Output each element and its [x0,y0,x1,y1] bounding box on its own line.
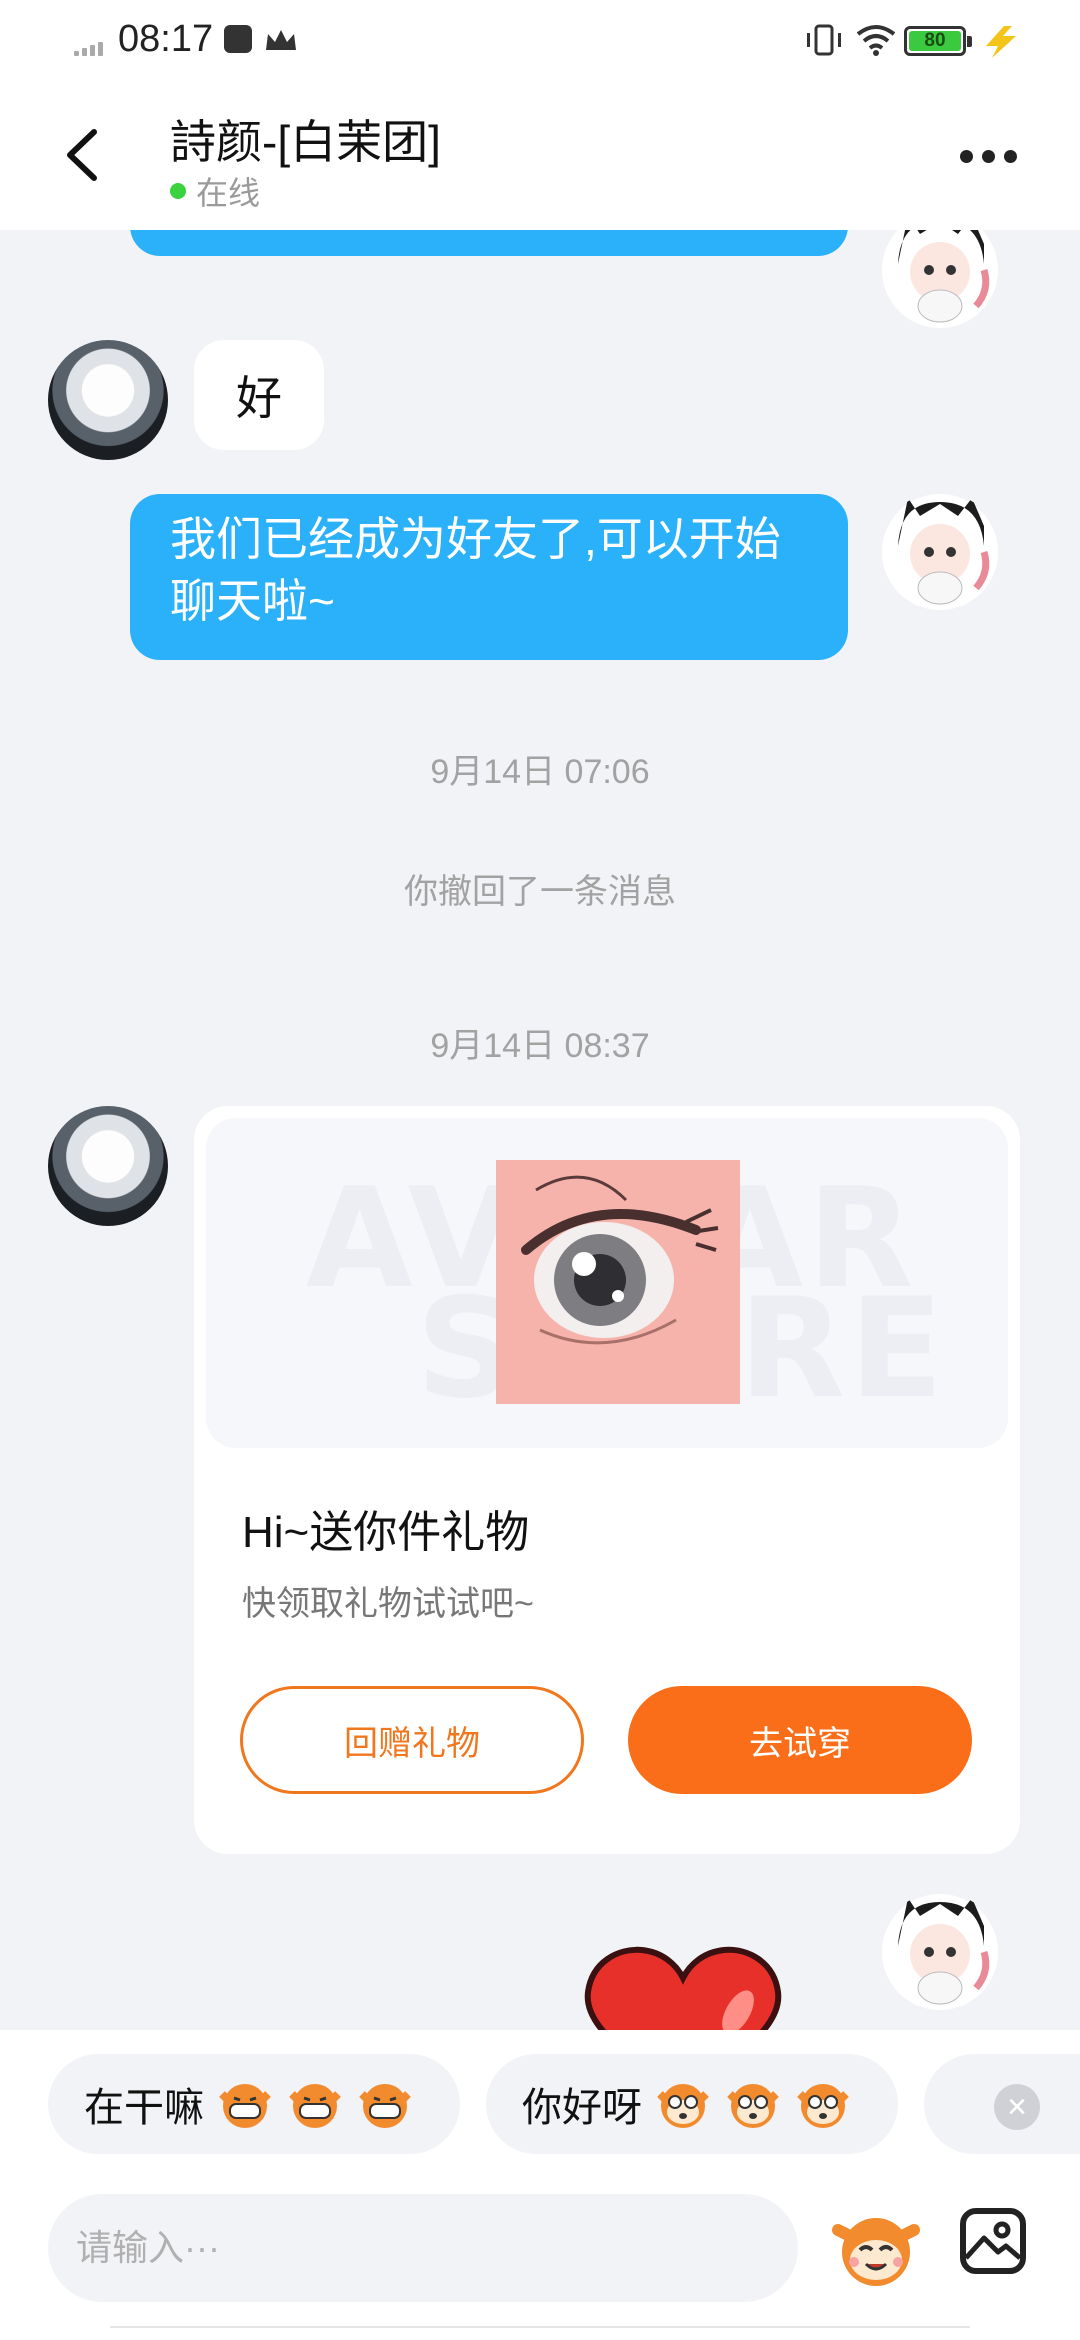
wow-emoji-icon [727,2084,779,2128]
quick-reply-label: 在干嘛 [84,2086,204,2130]
grin-emoji-icon [289,2084,341,2128]
self-avatar[interactable] [880,230,1000,330]
bottom-panel-edge [110,2326,970,2340]
image-picker-button[interactable] [960,2208,1026,2274]
return-gift-button[interactable]: 回赠礼物 [240,1686,584,1794]
vibrate-icon [807,24,841,56]
quick-reply-label: 你好呀 [522,2086,642,2130]
battery-icon: 80 [904,26,972,56]
gift-image-area: AVATAR STORE [206,1118,1008,1448]
try-on-button[interactable]: 去试穿 [628,1686,972,1794]
close-quick-replies-button[interactable]: × [994,2084,1040,2130]
message-input[interactable] [48,2194,798,2302]
more-dot [1004,149,1017,163]
online-status: 在线 [170,168,260,214]
contact-name: 詩颜-[白茉团] [170,116,441,168]
self-message-bubble[interactable]: 我们已经成为好友了,可以开始聊天啦~ [130,494,848,660]
gift-card[interactable]: AVATAR STORE Hi~送你件礼物 快领取礼物试试吧~ 回赠礼物 去试穿 [194,1106,1020,1854]
signal-icon [74,40,110,56]
gift-item-image [496,1160,740,1404]
grin-emoji-icon [359,2084,411,2128]
self-avatar[interactable] [880,1892,1000,2012]
chat-header: 詩颜-[白茉团] 在线 [0,80,1080,230]
online-dot-icon [170,183,186,199]
more-options-button[interactable] [960,136,1030,176]
wow-emoji-icon [657,2084,709,2128]
friend-avatar[interactable] [48,1106,168,1226]
charging-bolt-icon [986,26,1016,58]
recall-notice: 你撤回了一条消息 [404,873,676,911]
crown-icon [266,30,296,50]
back-button[interactable] [56,120,116,190]
more-dot [960,149,973,163]
message-text: 我们已经成为好友了,可以开始聊天啦~ [170,513,781,627]
grin-emoji-icon [219,2084,271,2128]
status-bar: 08:17 80 [0,0,1080,80]
quick-reply-chip[interactable]: 你好呀 [486,2054,898,2154]
wow-emoji-icon [797,2084,849,2128]
wifi-icon [856,25,896,56]
self-avatar[interactable] [880,492,1000,612]
timestamp: 9月14日 07:06 [430,753,650,791]
friend-message-bubble[interactable]: 好 [194,340,324,450]
quick-reply-chip[interactable]: 在干嘛 [48,2054,460,2154]
heart-sticker[interactable] [578,1942,788,2030]
timestamp: 9月14日 08:37 [430,1027,650,1065]
image-icon [964,2221,1022,2260]
previous-message-bubble[interactable] [130,230,848,256]
battery-level: 80 [909,31,961,51]
more-dot [982,149,995,163]
friend-avatar[interactable] [48,340,168,460]
chat-message-list[interactable]: 好 我们已经成为好友了,可以开始聊天啦~ 9月14日 07:06 你撤回了一条消… [0,230,1080,2030]
gift-subtitle: 快领取礼物试试吧~ [242,1585,534,1623]
input-area: 在干嘛 你好呀 × [0,2030,1080,2340]
online-status-label: 在线 [196,175,261,211]
gift-title: Hi~送你件礼物 [242,1508,530,1557]
notification-square-icon [224,25,252,53]
status-time: 08:17 [118,18,214,60]
message-text: 好 [236,372,282,424]
emoji-mascot-button[interactable] [830,2200,922,2292]
